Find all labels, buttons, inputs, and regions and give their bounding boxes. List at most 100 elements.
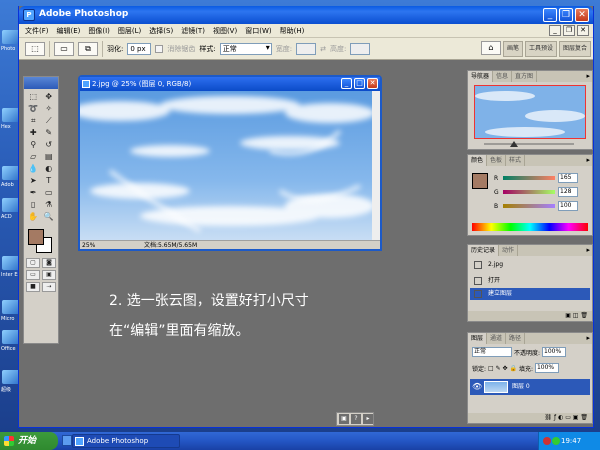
zoom-tool-icon[interactable]: 🔍 [42, 211, 57, 222]
blur-tool-icon[interactable]: 💧 [26, 163, 41, 174]
navigator-thumbnail[interactable] [474, 85, 586, 139]
zoom-level[interactable]: 25% [82, 241, 95, 250]
eye-icon[interactable]: 👁 [472, 383, 482, 391]
doc-minimize-button[interactable]: _ [549, 25, 561, 36]
style-select[interactable]: 正常 [219, 42, 272, 55]
tab-color[interactable]: 颜色 [468, 155, 488, 166]
blend-mode-select[interactable]: 正常 [472, 347, 512, 357]
start-button[interactable]: 开始 [0, 432, 58, 450]
go-to-bridge-icon[interactable]: ⌂ [480, 41, 501, 55]
document-close-button[interactable]: ✕ [367, 78, 378, 89]
lock-icons[interactable]: □ ✎ ✥ 🔒 [488, 365, 517, 372]
type-tool-icon[interactable]: T [42, 175, 57, 186]
opacity-input[interactable]: 100% [542, 347, 567, 357]
swap-icon[interactable]: ⇄ [320, 45, 326, 53]
fill-input[interactable]: 100% [534, 363, 559, 373]
document-size-info[interactable]: 文档:5.65M/5.65M [144, 241, 197, 250]
height-input[interactable] [350, 42, 371, 55]
foreground-color-swatch[interactable] [28, 229, 44, 245]
jump-to-imageready-icon[interactable]: ⇢ [42, 282, 56, 292]
eraser-tool-icon[interactable]: ▱ [26, 151, 41, 162]
screen-mode-2-icon[interactable]: ▣ [42, 270, 56, 280]
palette-menu-icon[interactable]: ▸ [586, 156, 590, 164]
eyedropper-tool-icon[interactable]: ⚗ [42, 199, 57, 210]
document-maximize-button[interactable]: □ [354, 78, 365, 89]
tab-histogram[interactable]: 直方图 [512, 71, 538, 82]
stamp-tool-icon[interactable]: ⚲ [26, 139, 41, 150]
shape-tool-icon[interactable]: ▭ [42, 187, 57, 198]
palette-menu-icon[interactable]: ▸ [586, 334, 590, 342]
red-slider[interactable] [503, 176, 555, 180]
palette-menu-icon[interactable]: ▸ [586, 246, 590, 254]
marquee-tool-icon[interactable]: ⬚ [26, 91, 41, 102]
help-icon[interactable]: ? [351, 414, 361, 424]
menu-image[interactable]: 图像(I) [84, 26, 114, 36]
color-foreground-swatch[interactable] [472, 173, 488, 189]
quick-mask-icon[interactable]: ◙ [42, 258, 56, 268]
tab-history[interactable]: 历史记录 [468, 245, 500, 256]
tab-info[interactable]: 信息 [493, 71, 513, 82]
palette-tab-tool-presets[interactable]: 工具预设 [524, 41, 557, 57]
history-brush-tool-icon[interactable]: ↺ [42, 139, 57, 150]
history-snapshot[interactable]: 2.jpg [470, 259, 590, 271]
path-selection-tool-icon[interactable]: ➤ [26, 175, 41, 186]
green-value[interactable]: 128 [558, 187, 578, 197]
dodge-tool-icon[interactable]: ◐ [42, 163, 57, 174]
history-footer-icons[interactable]: ▣ ◫ 🗑 [468, 311, 592, 321]
notes-tool-icon[interactable]: ▯ [26, 199, 41, 210]
menu-window[interactable]: 窗口(W) [241, 26, 275, 36]
document-minimize-button[interactable]: _ [341, 78, 352, 89]
green-slider[interactable] [503, 190, 555, 194]
document-vertical-scrollbar[interactable] [372, 91, 380, 241]
layers-footer-icons[interactable]: ⛓ ƒ ◐ ▭ ▣ 🗑 [468, 413, 592, 423]
menu-filter[interactable]: 滤镜(T) [177, 26, 209, 36]
title-bar[interactable]: P Adobe Photoshop _ ❐ ✕ [19, 6, 593, 24]
menu-edit[interactable]: 编辑(E) [53, 26, 85, 36]
gradient-tool-icon[interactable]: ▤ [42, 151, 57, 162]
close-button[interactable]: ✕ [575, 8, 589, 22]
crop-tool-icon[interactable]: ⌗ [26, 115, 41, 126]
tab-paths[interactable]: 路径 [506, 333, 526, 344]
color-spectrum-bar[interactable] [472, 223, 588, 231]
tab-layers[interactable]: 图层 [468, 333, 488, 344]
tab-swatches[interactable]: 色板 [487, 155, 507, 166]
magic-wand-tool-icon[interactable]: ✧ [42, 103, 57, 114]
cloud-image-canvas[interactable] [80, 91, 372, 241]
lasso-tool-icon[interactable]: ➰ [26, 103, 41, 114]
menu-view[interactable]: 视图(V) [209, 26, 241, 36]
color-swatches[interactable] [26, 227, 56, 253]
quick-launch-icon[interactable] [62, 435, 72, 446]
tab-channels[interactable]: 通道 [487, 333, 507, 344]
tab-styles[interactable]: 样式 [506, 155, 526, 166]
blue-value[interactable]: 100 [558, 201, 578, 211]
standard-mode-icon[interactable]: ▢ [26, 258, 40, 268]
brush-tool-icon[interactable]: ✎ [42, 127, 57, 138]
document-titlebar[interactable]: 2.jpg @ 25% (图层 0, RGB/8) _ □ ✕ [80, 77, 380, 91]
blue-slider[interactable] [503, 204, 555, 208]
marquee-tool-preset-icon[interactable]: ⬚ [25, 41, 45, 56]
antialias-checkbox[interactable] [155, 44, 164, 53]
palette-tab-layer-comps[interactable]: 图层复合 [558, 41, 591, 57]
minimize-button[interactable]: _ [543, 8, 557, 22]
tab-actions[interactable]: 动作 [499, 245, 519, 256]
tray-icon[interactable] [543, 437, 551, 445]
doc-close-button[interactable]: ✕ [577, 25, 589, 36]
menu-help[interactable]: 帮助(H) [276, 26, 309, 36]
toolbox-header[interactable] [24, 77, 58, 89]
layer-row[interactable]: 👁 图层 0 [470, 379, 590, 395]
healing-brush-tool-icon[interactable]: ✚ [26, 127, 41, 138]
move-tool-icon[interactable]: ✥ [42, 91, 57, 102]
menu-file[interactable]: 文件(F) [21, 26, 53, 36]
screen-mode-3-icon[interactable]: ■ [26, 282, 40, 292]
history-item[interactable]: 打开 [470, 275, 590, 287]
palette-tab-brushes[interactable]: 画笔 [502, 41, 523, 57]
palette-menu-icon[interactable]: ▸ [586, 72, 590, 80]
menu-select[interactable]: 选择(S) [145, 26, 177, 36]
add-selection-icon[interactable]: ⧉ [78, 41, 98, 56]
tray-icon[interactable] [552, 437, 560, 445]
hand-tool-icon[interactable]: ✋ [26, 211, 41, 222]
history-item-selected[interactable]: 建立图层 [470, 288, 590, 300]
mini-icon-1[interactable]: ▣ [339, 414, 349, 424]
tab-navigator[interactable]: 导航器 [468, 71, 494, 82]
pen-tool-icon[interactable]: ✒ [26, 187, 41, 198]
